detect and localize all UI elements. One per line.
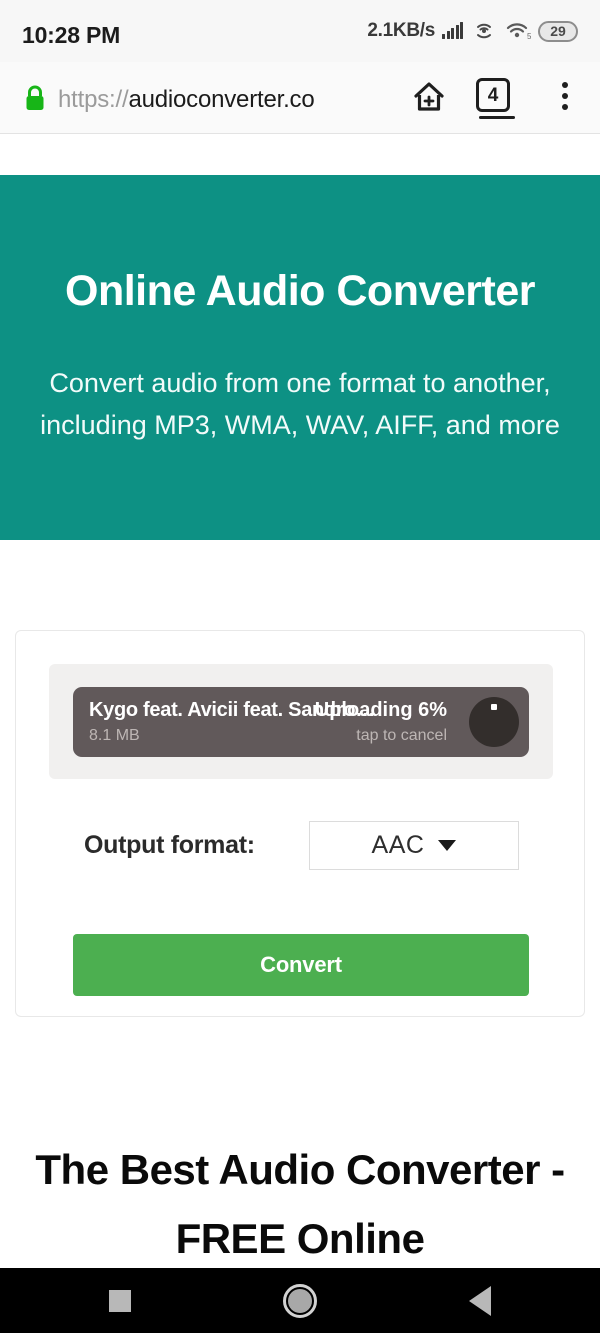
output-format-select[interactable]: AAC: [309, 821, 519, 870]
home-button[interactable]: [210, 1268, 390, 1333]
recents-button[interactable]: [30, 1268, 210, 1333]
circular-progress-icon[interactable]: [469, 697, 519, 747]
hero-subtitle: Convert audio from one format to another…: [40, 368, 560, 441]
android-navigation-bar: [0, 1268, 600, 1333]
battery-level-label: 29: [550, 23, 566, 39]
upload-cancel-hint: tap to cancel: [356, 727, 447, 744]
signal-bars-icon: [442, 22, 463, 39]
wifi-5-icon: 5: [505, 21, 532, 41]
back-triangle-icon: [469, 1285, 491, 1316]
output-format-row: Output format: AAC: [16, 821, 586, 873]
back-button[interactable]: [390, 1268, 570, 1333]
chevron-down-icon: [438, 840, 457, 851]
tab-count-label: 4: [487, 84, 499, 106]
battery-indicator: 29: [538, 20, 578, 42]
web-page-content: Online Audio Converter Convert audio fro…: [0, 135, 600, 1268]
url-host: audioconverter.co: [128, 86, 315, 113]
url-bar[interactable]: https://audioconverter.co: [58, 86, 315, 114]
converter-card: Kygo feat. Avicii feat. Sandro… 8.1 MB U…: [15, 630, 585, 1017]
url-scheme: https://: [58, 86, 129, 113]
home-plus-icon[interactable]: [408, 76, 450, 120]
output-format-label: Output format:: [84, 831, 255, 859]
tab-counter-box: 4: [476, 78, 510, 112]
output-format-value: AAC: [371, 831, 425, 859]
convert-button[interactable]: Convert: [73, 934, 529, 996]
three-dots-menu-icon[interactable]: [544, 76, 586, 120]
file-dropzone[interactable]: Kygo feat. Avicii feat. Sandro… 8.1 MB U…: [49, 664, 553, 779]
upload-row[interactable]: Kygo feat. Avicii feat. Sandro… 8.1 MB U…: [73, 687, 529, 757]
hotspot-icon: [472, 21, 496, 41]
home-circle-icon: [283, 1283, 317, 1318]
page-title: Online Audio Converter: [65, 267, 536, 315]
status-bar-time: 10:28 PM: [22, 22, 121, 48]
lock-icon: [20, 83, 50, 113]
lower-headline: The Best Audio Converter - FREE Online: [35, 1146, 565, 1263]
svg-text:5: 5: [527, 32, 531, 41]
recents-square-icon: [109, 1289, 131, 1312]
upload-file-size: 8.1 MB: [89, 727, 140, 744]
network-speed-label: 2.1KB/s: [367, 20, 435, 41]
browser-toolbar-actions: 4: [408, 76, 586, 120]
browser-toolbar: https://audioconverter.co 4: [0, 62, 600, 134]
status-bar: 10:28 PM 2.1KB/s 5 29: [0, 0, 600, 62]
hero-banner: Online Audio Converter Convert audio fro…: [0, 175, 600, 540]
tab-counter-button[interactable]: 4: [476, 76, 518, 120]
tab-stack-line: [479, 116, 515, 119]
upload-status-label: Uploading 6%: [314, 699, 447, 721]
status-bar-indicators: 2.1KB/s 5 29: [367, 20, 578, 42]
